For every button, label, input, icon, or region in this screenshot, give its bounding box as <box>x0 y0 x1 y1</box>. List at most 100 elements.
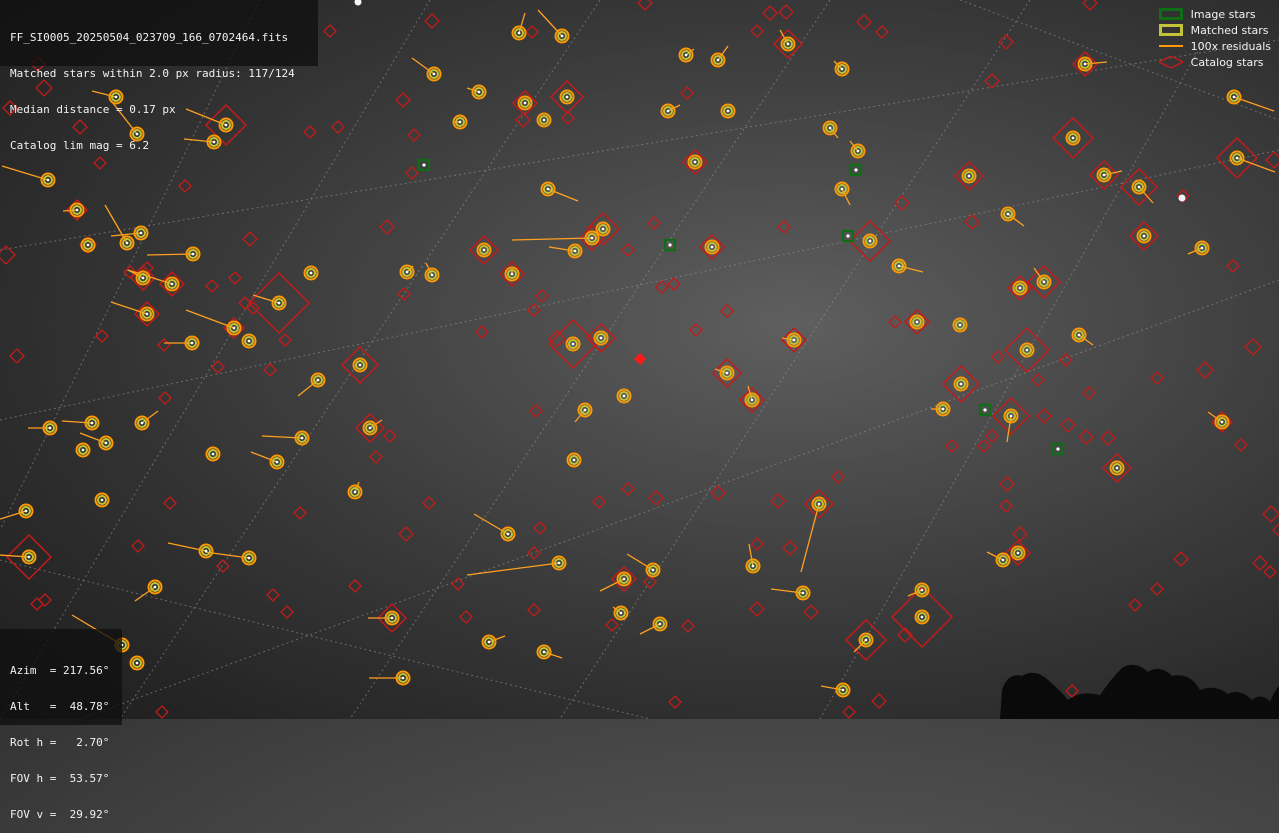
star-core <box>725 371 729 375</box>
star-core <box>571 342 575 346</box>
star-core <box>477 90 481 94</box>
star-core <box>141 276 145 280</box>
legend-label-residuals: 100x residuals <box>1190 39 1271 53</box>
star-core <box>401 676 405 680</box>
rotation-text: Rot h = 2.70° <box>10 736 110 749</box>
star-core <box>125 241 129 245</box>
star-core <box>1042 280 1046 284</box>
legend-item-catalog-stars: Catalog stars <box>1156 54 1271 70</box>
star-core <box>1025 348 1029 352</box>
star-core <box>557 561 561 565</box>
star-core <box>651 568 655 572</box>
star-core <box>897 264 901 268</box>
star-core <box>619 611 623 615</box>
star-core <box>915 320 919 324</box>
star-core <box>716 58 720 62</box>
star-core <box>583 408 587 412</box>
star-core <box>1232 95 1236 99</box>
altitude-text: Alt = 48.78° <box>10 700 110 713</box>
star-core <box>817 502 821 506</box>
star-core <box>958 323 962 327</box>
star-core <box>572 458 576 462</box>
star-core <box>140 421 144 425</box>
star-core <box>546 187 550 191</box>
star-core <box>846 234 850 238</box>
star-core <box>1220 420 1224 424</box>
star-core <box>1018 286 1022 290</box>
star-core <box>517 31 521 35</box>
star-core <box>247 556 251 560</box>
star-core <box>601 227 605 231</box>
star-core <box>542 118 546 122</box>
star-core <box>523 101 527 105</box>
legend: Image stars Matched stars 100x residuals… <box>1156 6 1271 70</box>
star-core <box>693 160 697 164</box>
legend-label-image-stars: Image stars <box>1190 7 1256 21</box>
star-core <box>211 452 215 456</box>
star-core <box>792 338 796 342</box>
star-core <box>432 72 436 76</box>
star-core <box>967 174 971 178</box>
star-core <box>90 421 94 425</box>
star-core <box>358 363 362 367</box>
star-core <box>430 273 434 277</box>
star-core <box>1142 234 1146 238</box>
star-core <box>666 109 670 113</box>
star-core <box>1083 62 1087 66</box>
star-core <box>86 243 90 247</box>
star-core <box>590 236 594 240</box>
legend-item-matched-stars: Matched stars <box>1158 22 1271 38</box>
star-core <box>941 407 945 411</box>
star-core <box>1056 447 1060 451</box>
legend-label-catalog-stars: Catalog stars <box>1190 55 1264 69</box>
fov-vertical-text: FOV v = 29.92° <box>10 808 110 821</box>
star-core <box>300 436 304 440</box>
star-core <box>1102 173 1106 177</box>
star-core <box>750 398 754 402</box>
star-core <box>854 168 858 172</box>
star-core <box>277 301 281 305</box>
star-core <box>751 564 755 568</box>
pointing-panel: Azim = 217.56° Alt = 48.78° Rot h = 2.70… <box>0 629 122 821</box>
star-core <box>487 640 491 644</box>
matched-star-swatch-icon <box>1158 24 1183 36</box>
star-core <box>27 555 31 559</box>
star-core <box>170 282 174 286</box>
azimuth-text: Azim = 217.56° <box>10 664 110 677</box>
star-core <box>573 249 577 253</box>
star-core <box>368 426 372 430</box>
star-core <box>204 549 208 553</box>
star-core <box>920 588 924 592</box>
star-core <box>1006 212 1010 216</box>
star-core <box>422 163 426 167</box>
star-core <box>145 312 149 316</box>
star-core <box>801 591 805 595</box>
star-core <box>560 34 564 38</box>
star-core <box>153 585 157 589</box>
star-core <box>1235 156 1239 160</box>
star-core <box>309 271 313 275</box>
star-core <box>710 245 714 249</box>
legend-label-matched-stars: Matched stars <box>1190 23 1269 37</box>
star-core <box>24 509 28 513</box>
star-core <box>684 53 688 57</box>
star-core <box>1071 136 1075 140</box>
star-core <box>840 187 844 191</box>
star-core <box>658 622 662 626</box>
star-core <box>46 178 50 182</box>
star-core <box>959 382 963 386</box>
info-panel: FF_SI0005_20250504_023709_166_0702464.fi… <box>0 0 318 152</box>
star-core <box>1016 551 1020 555</box>
star-core <box>458 120 462 124</box>
star-core <box>75 208 79 212</box>
bright-star <box>1178 194 1186 202</box>
filename-text: FF_SI0005_20250504_023709_166_0702464.fi… <box>10 31 289 44</box>
star-core <box>81 448 85 452</box>
star-core <box>232 326 236 330</box>
star-core <box>405 270 409 274</box>
star-core <box>353 490 357 494</box>
star-core <box>1115 466 1119 470</box>
star-core <box>1137 185 1141 189</box>
star-core <box>1077 333 1081 337</box>
residual-swatch-icon <box>1158 40 1183 52</box>
